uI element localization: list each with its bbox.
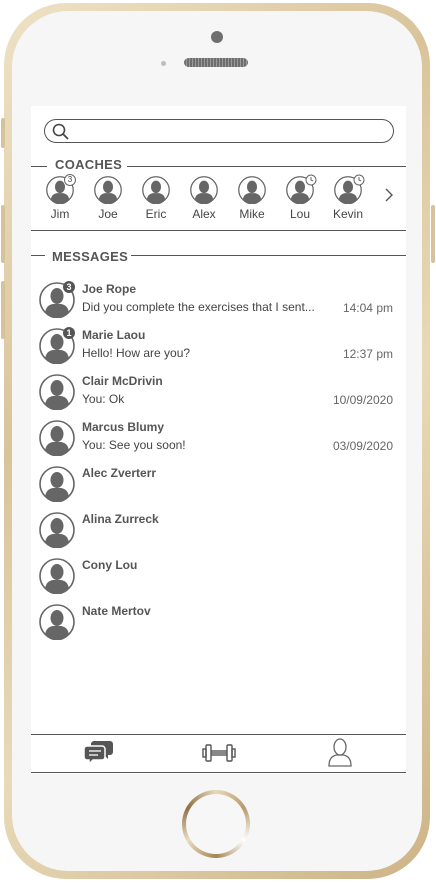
earpiece-speaker bbox=[184, 58, 248, 67]
clock-icon bbox=[305, 173, 317, 191]
coach-item[interactable]: Mike bbox=[230, 176, 274, 221]
contact-name: Marcus Blumy bbox=[82, 420, 165, 434]
messages-divider-left bbox=[31, 255, 45, 256]
avatar-icon bbox=[39, 604, 75, 641]
contact-name: Clair McDrivin bbox=[82, 374, 163, 388]
unread-badge: 1 bbox=[63, 327, 75, 339]
contact-name: Marie Laou bbox=[82, 328, 146, 342]
profile-icon[interactable] bbox=[327, 737, 353, 772]
coach-item[interactable]: Joe bbox=[86, 176, 130, 221]
avatar-icon bbox=[39, 466, 75, 503]
coach-name: Joe bbox=[98, 207, 118, 221]
avatar-icon bbox=[39, 374, 75, 411]
message-row[interactable]: Alina Zurreck bbox=[39, 512, 393, 552]
avatar-icon bbox=[238, 176, 266, 205]
coach-item[interactable]: Lou bbox=[278, 173, 322, 221]
mute-switch bbox=[1, 118, 5, 148]
coach-item[interactable]: Kevin bbox=[326, 173, 370, 221]
avatar-icon bbox=[190, 176, 218, 205]
contact-name: Cony Lou bbox=[82, 558, 138, 572]
coach-count-badge: 3 bbox=[64, 174, 76, 186]
front-camera bbox=[211, 31, 223, 43]
avatar-icon bbox=[39, 512, 75, 549]
message-time: 12:37 pm bbox=[342, 347, 393, 361]
message-row[interactable]: Clair McDrivin You: Ok 10/09/2020 bbox=[39, 374, 393, 414]
avatar-icon bbox=[142, 176, 170, 205]
contact-name: Joe Rope bbox=[82, 282, 137, 296]
volume-down-button bbox=[1, 281, 5, 339]
chat-icon[interactable] bbox=[83, 738, 114, 771]
coach-name: Mike bbox=[239, 207, 265, 221]
contact-name: Alec Zverterr bbox=[82, 466, 157, 480]
message-row[interactable]: 1 Marie Laou Hello! How are you? 12:37 p… bbox=[39, 327, 393, 368]
message-row[interactable]: 3 Joe Rope Did you complete the exercise… bbox=[39, 281, 393, 322]
avatar-icon bbox=[94, 176, 122, 205]
coach-name: Kevin bbox=[332, 207, 364, 221]
coach-name: Alex bbox=[192, 207, 216, 221]
message-preview: Hello! How are you? bbox=[82, 346, 191, 360]
message-time: 10/09/2020 bbox=[332, 393, 393, 407]
coach-item[interactable]: 3 Jim bbox=[38, 174, 82, 221]
message-preview: You: See you soon! bbox=[82, 438, 186, 452]
tabbar-bottom-border bbox=[31, 772, 406, 773]
avatar-icon bbox=[39, 558, 75, 595]
coaches-divider-left bbox=[31, 166, 47, 167]
coach-item[interactable]: Alex bbox=[182, 176, 226, 221]
messages-title: MESSAGES bbox=[52, 249, 129, 264]
coach-name: Eric bbox=[145, 207, 167, 221]
avatar-icon: 3 bbox=[46, 174, 76, 205]
chevron-right-icon[interactable] bbox=[385, 188, 393, 207]
tabbar-top-border bbox=[31, 734, 406, 735]
message-row[interactable]: Cony Lou bbox=[39, 558, 393, 598]
clock-icon bbox=[353, 173, 365, 191]
unread-badge: 3 bbox=[63, 281, 75, 293]
home-button[interactable] bbox=[182, 790, 250, 858]
volume-up-button bbox=[1, 205, 5, 263]
coaches-bottom-divider bbox=[31, 230, 406, 231]
message-row[interactable]: Marcus Blumy You: See you soon! 03/09/20… bbox=[39, 420, 393, 460]
coach-item[interactable]: Eric bbox=[134, 176, 178, 221]
avatar-icon bbox=[334, 173, 365, 205]
coach-name: Lou bbox=[289, 207, 311, 221]
message-time: 14:04 pm bbox=[342, 301, 393, 315]
coach-name: Jim bbox=[50, 207, 70, 221]
contact-name: Nate Mertov bbox=[82, 604, 151, 618]
avatar-icon bbox=[286, 173, 317, 205]
power-button bbox=[431, 205, 435, 263]
messages-divider-right bbox=[131, 255, 406, 256]
app-screen: COACHES 3 Jim Joe Eric Alex Mike Lou Kev… bbox=[31, 106, 406, 774]
message-preview: You: Ok bbox=[82, 392, 125, 406]
coaches-divider-right bbox=[127, 166, 406, 167]
message-time: 03/09/2020 bbox=[332, 439, 393, 453]
search-input[interactable] bbox=[44, 119, 394, 143]
dumbbell-icon[interactable] bbox=[202, 742, 236, 769]
contact-name: Alina Zurreck bbox=[82, 512, 159, 526]
message-row[interactable]: Alec Zverterr bbox=[39, 466, 393, 506]
avatar-icon bbox=[39, 420, 75, 457]
message-row[interactable]: Nate Mertov bbox=[39, 604, 393, 644]
coaches-title: COACHES bbox=[55, 157, 123, 172]
search-icon bbox=[52, 123, 70, 146]
proximity-sensor bbox=[161, 61, 166, 66]
message-preview: Did you complete the exercises that I se… bbox=[82, 300, 315, 314]
